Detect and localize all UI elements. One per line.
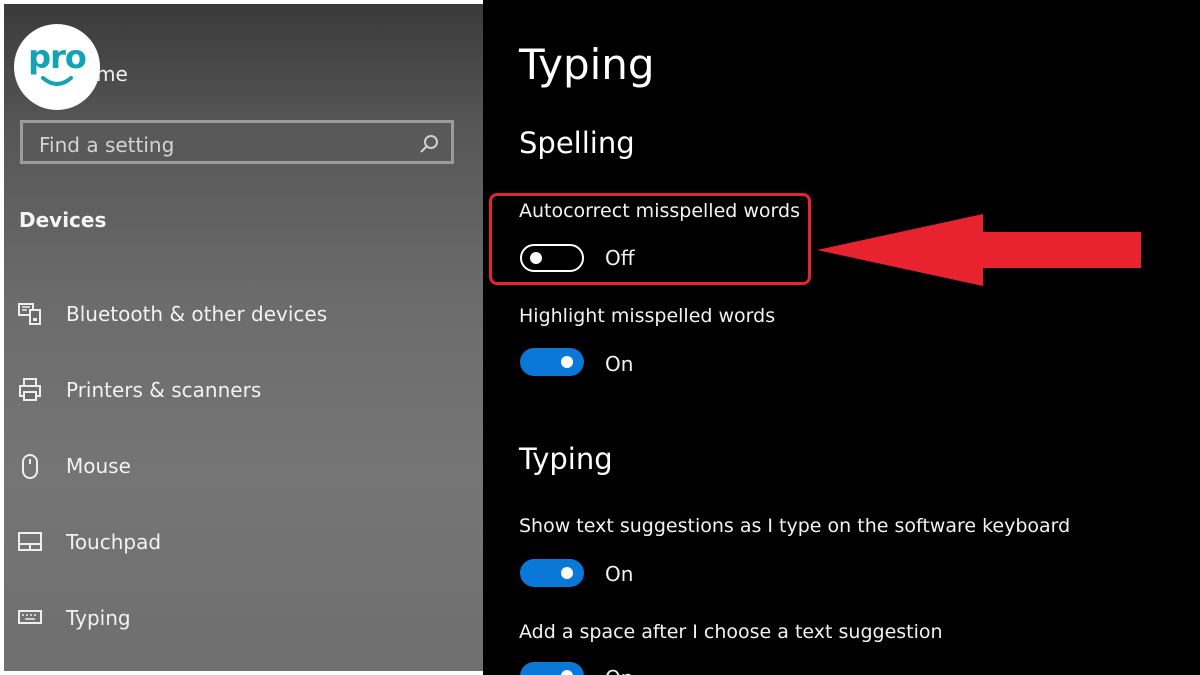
toggle-state-highlight: On: [605, 352, 634, 376]
toggle-highlight[interactable]: [520, 348, 584, 376]
toggle-knob: [561, 356, 573, 368]
sidebar-item-typing[interactable]: Typing: [18, 598, 458, 638]
setting-label-suggestions: Show text suggestions as I type on the s…: [519, 515, 1071, 537]
heading-spelling: Spelling: [519, 126, 635, 160]
heading-typing: Typing: [519, 442, 613, 476]
toggle-knob: [561, 670, 573, 675]
annotation-highlight-box: [489, 193, 811, 285]
bluetooth-devices-icon: [18, 302, 44, 326]
page-title: Typing: [519, 40, 655, 89]
mouse-icon: [18, 454, 44, 479]
sidebar-item-printers[interactable]: Printers & scanners: [18, 370, 458, 410]
search-icon[interactable]: [419, 134, 439, 158]
search-input[interactable]: Find a setting: [20, 120, 454, 164]
search-placeholder: Find a setting: [39, 133, 175, 157]
touchpad-icon: [18, 530, 44, 554]
annotation-arrow-icon: [817, 214, 1141, 286]
toggle-state-suggestions: On: [605, 562, 634, 586]
brand-logo: pro: [14, 24, 100, 110]
home-link-label[interactable]: me: [96, 62, 128, 86]
toggle-state-add-space: On: [605, 666, 633, 675]
toggle-knob: [561, 567, 573, 579]
settings-window: me Find a setting Devices Bluetooth & ot…: [0, 0, 1200, 675]
keyboard-icon: [18, 606, 44, 630]
main-content: Typing Spelling Autocorrect misspelled w…: [483, 0, 1200, 675]
sidebar-item-label: Bluetooth & other devices: [66, 302, 328, 326]
sidebar-item-label: Mouse: [66, 454, 131, 478]
setting-label-add-space: Add a space after I choose a text sugges…: [519, 621, 943, 643]
brand-logo-text: pro: [28, 38, 87, 76]
section-title-devices: Devices: [19, 208, 107, 232]
toggle-add-space[interactable]: [520, 662, 584, 675]
setting-label-highlight: Highlight misspelled words: [519, 305, 776, 327]
sidebar-item-label: Typing: [66, 606, 131, 630]
sidebar-item-mouse[interactable]: Mouse: [18, 446, 458, 486]
printer-icon: [18, 378, 44, 402]
sidebar-item-label: Touchpad: [66, 530, 162, 554]
sidebar-item-bluetooth[interactable]: Bluetooth & other devices: [18, 294, 458, 334]
sidebar-item-touchpad[interactable]: Touchpad: [18, 522, 458, 562]
smile-icon: [41, 76, 73, 86]
toggle-suggestions[interactable]: [520, 559, 584, 587]
sidebar-item-label: Printers & scanners: [66, 378, 262, 402]
